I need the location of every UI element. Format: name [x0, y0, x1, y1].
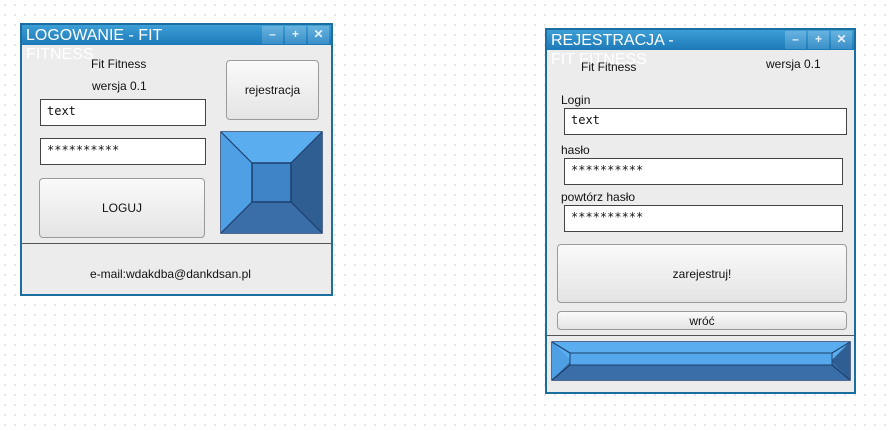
password-label: hasło: [561, 143, 590, 157]
login-window: LOGOWANIE - FIT FITNESS – + ✕ Fit Fitnes…: [20, 23, 333, 296]
footer-email: e-mail:wdakdba@dankdsan.pl: [90, 267, 251, 281]
register-button[interactable]: rejestracja: [226, 60, 319, 120]
register-window: REJESTRACJA - FIT FITNESS – + ✕ Fit Fitn…: [545, 28, 856, 394]
footer-divider: [22, 243, 331, 244]
image-placeholder-icon: [220, 131, 323, 234]
login-titlebar[interactable]: LOGOWANIE - FIT FITNESS – + ✕: [22, 25, 331, 63]
footer-divider: [547, 335, 854, 336]
app-name: Fit Fitness: [91, 57, 147, 71]
register-submit-button[interactable]: zarejestruj!: [557, 244, 847, 303]
repeat-password-input[interactable]: **********: [564, 205, 843, 232]
maximize-icon[interactable]: +: [285, 26, 306, 44]
login-button[interactable]: LOGUJ: [39, 178, 205, 238]
minimize-icon[interactable]: –: [785, 31, 806, 49]
close-icon[interactable]: ✕: [308, 26, 329, 44]
password-input[interactable]: **********: [564, 158, 843, 185]
version-label: wersja 0.1: [766, 57, 821, 71]
register-titlebar[interactable]: REJESTRACJA - FIT FITNESS – + ✕: [547, 30, 854, 68]
app-name: Fit Fitness: [581, 60, 637, 74]
login-input[interactable]: text: [40, 99, 206, 126]
maximize-icon[interactable]: +: [808, 31, 829, 49]
close-icon[interactable]: ✕: [831, 31, 852, 49]
login-input[interactable]: text: [564, 108, 847, 135]
back-button[interactable]: wróć: [557, 311, 847, 330]
password-input[interactable]: **********: [40, 138, 206, 165]
repeat-password-label: powtórz hasło: [561, 190, 636, 204]
minimize-icon[interactable]: –: [262, 26, 283, 44]
version-label: wersja 0.1: [92, 79, 147, 93]
login-label: Login: [561, 93, 591, 107]
image-placeholder-icon: [551, 341, 851, 381]
